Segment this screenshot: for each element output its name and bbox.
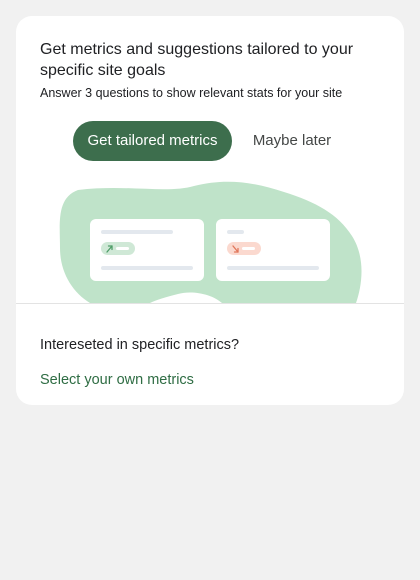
trend-card-down — [216, 219, 330, 281]
card-headline: Get metrics and suggestions tailored to … — [40, 41, 354, 79]
card-placeholder-line — [101, 266, 193, 270]
get-tailored-metrics-button[interactable]: Get tailored metrics — [73, 121, 232, 161]
card-subtext: Answer 3 questions to show relevant stat… — [40, 86, 343, 100]
custom-metrics-question: Intereseted in specific metrics? — [40, 337, 240, 353]
card-placeholder-line — [227, 266, 319, 270]
card-placeholder-line — [101, 230, 173, 234]
trend-card-up — [90, 219, 204, 281]
card-placeholder-line — [227, 230, 244, 234]
maybe-later-button[interactable]: Maybe later — [240, 121, 344, 161]
section-divider — [16, 303, 404, 304]
select-own-metrics-link[interactable]: Select your own metrics — [40, 370, 194, 390]
metrics-illustration — [59, 181, 362, 303]
tailored-metrics-card: Get metrics and suggestions tailored to … — [16, 16, 404, 405]
